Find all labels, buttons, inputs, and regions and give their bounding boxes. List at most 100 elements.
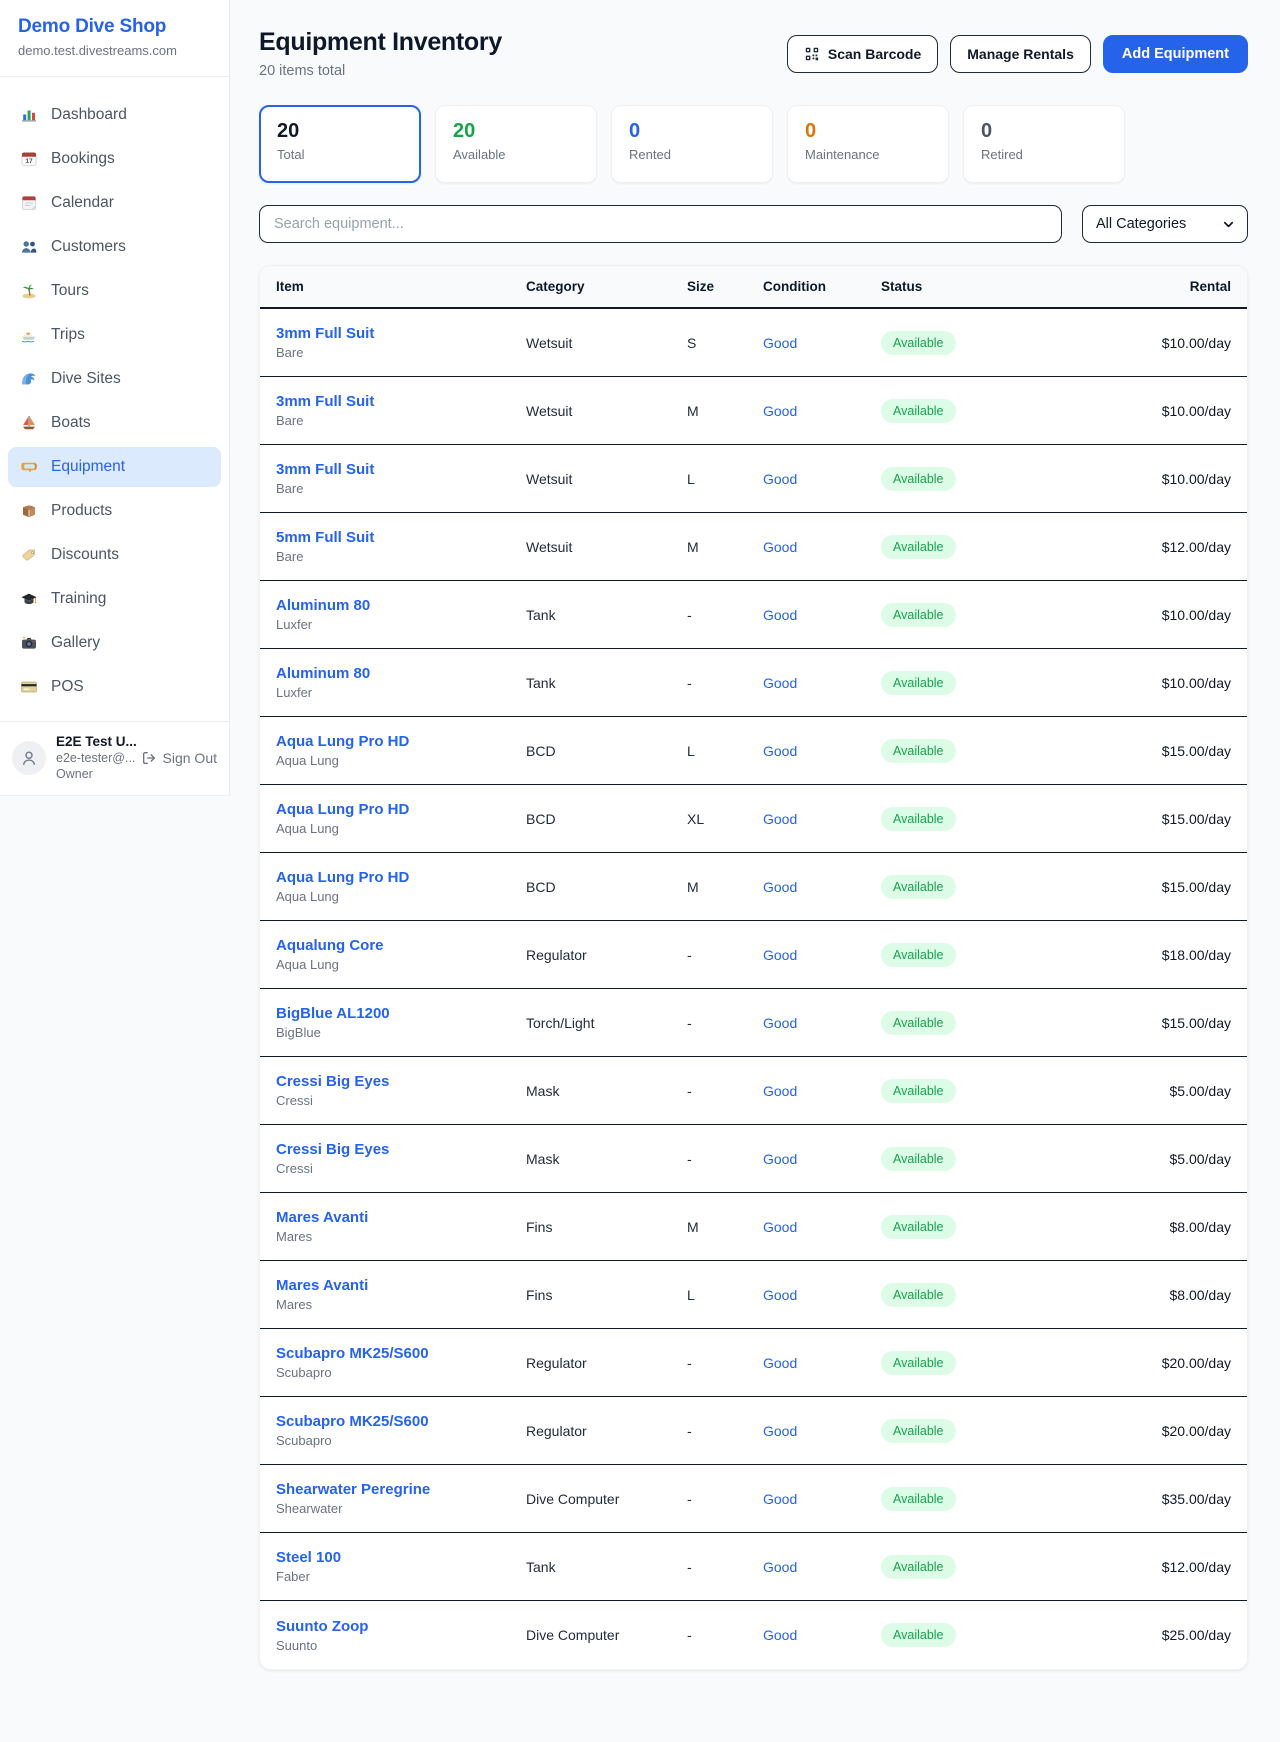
rental-cell: $5.00/day bbox=[1031, 1151, 1231, 1167]
condition-link[interactable]: Good bbox=[763, 335, 881, 351]
condition-link[interactable]: Good bbox=[763, 1491, 881, 1507]
size-cell: XL bbox=[687, 811, 763, 827]
column-header-category: Category bbox=[526, 279, 687, 294]
stat-card-available[interactable]: 20Available bbox=[435, 105, 597, 183]
rental-cell: $15.00/day bbox=[1031, 743, 1231, 759]
condition-link[interactable]: Good bbox=[763, 607, 881, 623]
item-name-link[interactable]: Suunto Zoop bbox=[276, 1618, 368, 1635]
status-cell: Available bbox=[881, 807, 1031, 831]
sidebar-item-label: Customers bbox=[51, 238, 126, 256]
manage-rentals-label: Manage Rentals bbox=[967, 46, 1074, 62]
category-cell: Wetsuit bbox=[526, 335, 687, 351]
item-cell: 3mm Full SuitBare bbox=[276, 325, 526, 360]
status-badge: Available bbox=[881, 535, 956, 559]
status-badge: Available bbox=[881, 1487, 956, 1511]
table-row: Steel 100FaberTank-GoodAvailable$12.00/d… bbox=[260, 1533, 1247, 1601]
brand-name[interactable]: Demo Dive Shop bbox=[18, 16, 211, 38]
item-name-link[interactable]: 3mm Full Suit bbox=[276, 393, 374, 410]
add-equipment-button[interactable]: Add Equipment bbox=[1103, 35, 1248, 73]
sidebar-item-boats[interactable]: Boats bbox=[8, 403, 221, 443]
item-brand: Cressi bbox=[276, 1161, 526, 1176]
item-name-link[interactable]: Aqualung Core bbox=[276, 937, 384, 954]
sidebar-item-bookings[interactable]: 17Bookings bbox=[8, 139, 221, 179]
condition-link[interactable]: Good bbox=[763, 675, 881, 691]
sidebar-item-discounts[interactable]: Discounts bbox=[8, 535, 221, 575]
search-input[interactable] bbox=[259, 205, 1062, 243]
sidebar-item-products[interactable]: Products bbox=[8, 491, 221, 531]
condition-link[interactable]: Good bbox=[763, 879, 881, 895]
item-cell: Scubapro MK25/S600Scubapro bbox=[276, 1345, 526, 1380]
sign-out-button[interactable]: Sign Out bbox=[141, 750, 217, 766]
header-actions: Scan Barcode Manage Rentals Add Equipmen… bbox=[787, 35, 1248, 73]
table-row: Mares AvantiMaresFinsLGoodAvailable$8.00… bbox=[260, 1261, 1247, 1329]
condition-link[interactable]: Good bbox=[763, 471, 881, 487]
sidebar-item-label: Products bbox=[51, 502, 112, 520]
scan-barcode-button[interactable]: Scan Barcode bbox=[787, 35, 938, 73]
sidebar-item-pos[interactable]: POS bbox=[8, 667, 221, 707]
condition-link[interactable]: Good bbox=[763, 1559, 881, 1575]
item-brand: Aqua Lung bbox=[276, 957, 526, 972]
sidebar-item-tours[interactable]: Tours bbox=[8, 271, 221, 311]
condition-link[interactable]: Good bbox=[763, 1151, 881, 1167]
item-name-link[interactable]: Aqua Lung Pro HD bbox=[276, 733, 409, 750]
item-name-link[interactable]: Cressi Big Eyes bbox=[276, 1141, 389, 1158]
condition-link[interactable]: Good bbox=[763, 403, 881, 419]
sidebar-item-dashboard[interactable]: Dashboard bbox=[8, 95, 221, 135]
item-brand: Mares bbox=[276, 1297, 526, 1312]
user-email: e2e-tester@... bbox=[56, 751, 131, 765]
item-name-link[interactable]: Steel 100 bbox=[276, 1549, 341, 1566]
item-name-link[interactable]: BigBlue AL1200 bbox=[276, 1005, 390, 1022]
table-row: Aqualung CoreAqua LungRegulator-GoodAvai… bbox=[260, 921, 1247, 989]
sidebar-item-training[interactable]: Training bbox=[8, 579, 221, 619]
condition-link[interactable]: Good bbox=[763, 1083, 881, 1099]
status-badge: Available bbox=[881, 1283, 956, 1307]
size-cell: M bbox=[687, 1219, 763, 1235]
condition-link[interactable]: Good bbox=[763, 1355, 881, 1371]
condition-link[interactable]: Good bbox=[763, 1287, 881, 1303]
item-brand: Bare bbox=[276, 481, 526, 496]
item-name-link[interactable]: Cressi Big Eyes bbox=[276, 1073, 389, 1090]
category-filter-select[interactable]: All Categories bbox=[1082, 205, 1248, 243]
sidebar-item-trips[interactable]: Trips bbox=[8, 315, 221, 355]
sidebar-item-customers[interactable]: Customers bbox=[8, 227, 221, 267]
rental-cell: $15.00/day bbox=[1031, 879, 1231, 895]
sidebar-item-gallery[interactable]: Gallery bbox=[8, 623, 221, 663]
condition-link[interactable]: Good bbox=[763, 1015, 881, 1031]
table-header-row: ItemCategorySizeConditionStatusRental bbox=[260, 266, 1247, 309]
item-name-link[interactable]: Scubapro MK25/S600 bbox=[276, 1345, 429, 1362]
item-name-link[interactable]: Mares Avanti bbox=[276, 1277, 368, 1294]
stat-card-rented[interactable]: 0Rented bbox=[611, 105, 773, 183]
category-cell: BCD bbox=[526, 743, 687, 759]
sidebar-item-dive-sites[interactable]: Dive Sites bbox=[8, 359, 221, 399]
sidebar-item-calendar[interactable]: Calendar bbox=[8, 183, 221, 223]
table-body: 3mm Full SuitBareWetsuitSGoodAvailable$1… bbox=[260, 309, 1247, 1669]
island-icon bbox=[20, 282, 38, 300]
condition-link[interactable]: Good bbox=[763, 1219, 881, 1235]
item-name-link[interactable]: Scubapro MK25/S600 bbox=[276, 1413, 429, 1430]
item-name-link[interactable]: 3mm Full Suit bbox=[276, 461, 374, 478]
stat-card-retired[interactable]: 0Retired bbox=[963, 105, 1125, 183]
item-name-link[interactable]: Aqua Lung Pro HD bbox=[276, 801, 409, 818]
status-cell: Available bbox=[881, 1079, 1031, 1103]
item-name-link[interactable]: Mares Avanti bbox=[276, 1209, 368, 1226]
item-name-link[interactable]: 5mm Full Suit bbox=[276, 529, 374, 546]
status-cell: Available bbox=[881, 1351, 1031, 1375]
wave-icon bbox=[20, 370, 38, 388]
status-badge: Available bbox=[881, 1215, 956, 1239]
stat-card-total[interactable]: 20Total bbox=[259, 105, 421, 183]
condition-link[interactable]: Good bbox=[763, 947, 881, 963]
stat-card-maintenance[interactable]: 0Maintenance bbox=[787, 105, 949, 183]
condition-link[interactable]: Good bbox=[763, 743, 881, 759]
item-name-link[interactable]: Aqua Lung Pro HD bbox=[276, 869, 409, 886]
manage-rentals-button[interactable]: Manage Rentals bbox=[950, 35, 1091, 73]
condition-link[interactable]: Good bbox=[763, 539, 881, 555]
item-name-link[interactable]: Aluminum 80 bbox=[276, 665, 370, 682]
item-name-link[interactable]: Shearwater Peregrine bbox=[276, 1481, 430, 1498]
sidebar-item-equipment[interactable]: Equipment bbox=[8, 447, 221, 487]
condition-link[interactable]: Good bbox=[763, 811, 881, 827]
condition-link[interactable]: Good bbox=[763, 1423, 881, 1439]
rental-cell: $12.00/day bbox=[1031, 1559, 1231, 1575]
item-name-link[interactable]: Aluminum 80 bbox=[276, 597, 370, 614]
condition-link[interactable]: Good bbox=[763, 1627, 881, 1643]
item-name-link[interactable]: 3mm Full Suit bbox=[276, 325, 374, 342]
